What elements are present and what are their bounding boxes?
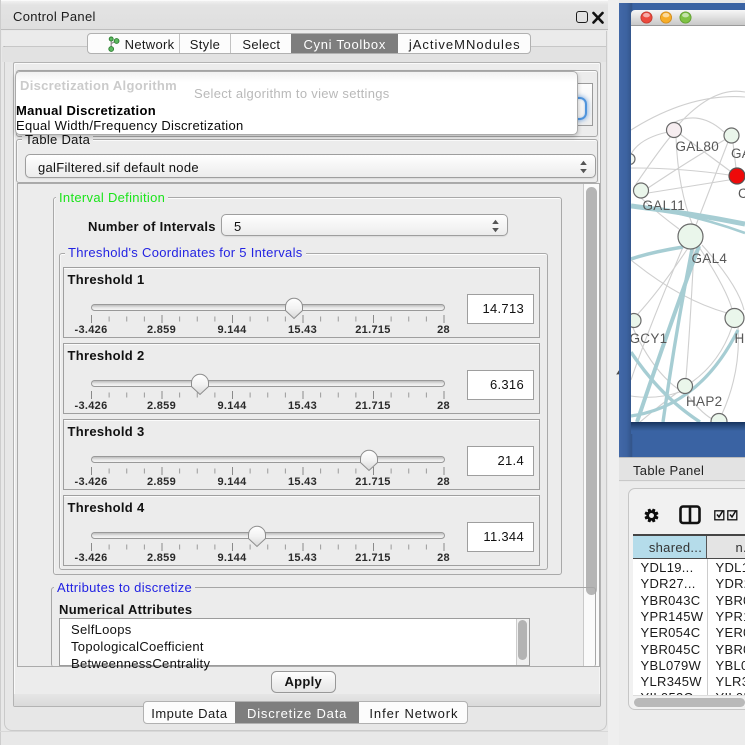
- svg-text:GAL11: GAL11: [643, 198, 686, 213]
- svg-text:GA: GA: [731, 146, 745, 161]
- svg-text:C: C: [738, 186, 745, 201]
- svg-text:H: H: [735, 331, 745, 346]
- svg-text:GAL80: GAL80: [676, 139, 720, 154]
- svg-text:HAP2: HAP2: [686, 394, 722, 409]
- svg-text:GCY1: GCY1: [631, 331, 667, 346]
- svg-text:GAL4: GAL4: [692, 251, 728, 266]
